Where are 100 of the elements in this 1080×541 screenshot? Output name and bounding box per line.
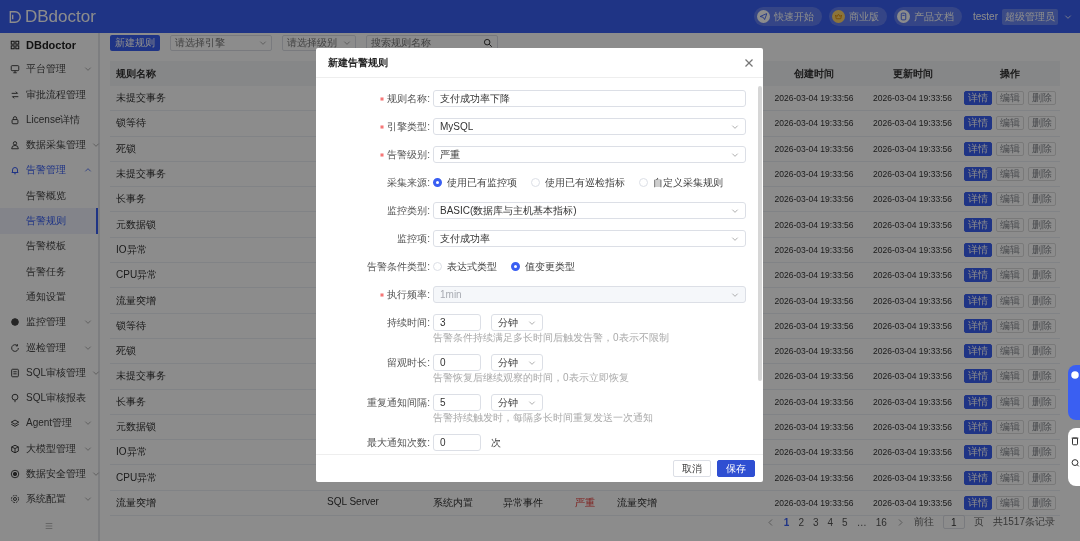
new-rule-button[interactable]: 新建规则	[110, 35, 160, 51]
table-cell-text: 2026-03-04 19:33:56	[773, 295, 855, 306]
menu-icon	[44, 521, 54, 531]
select-field[interactable]: BASIC(数据库与主机基本指标)	[433, 202, 746, 219]
grid-icon	[10, 39, 20, 50]
field-label: 采集来源:	[387, 175, 430, 190]
page-button[interactable]: 16	[875, 516, 887, 529]
sidebar-item[interactable]: License详情	[0, 107, 98, 133]
sidebar-item[interactable]: 告警任务	[0, 258, 98, 285]
page-button[interactable]: 1	[783, 516, 790, 529]
page-button[interactable]: 2	[798, 516, 804, 529]
sidebar-item[interactable]: 数据安全管理	[0, 461, 98, 487]
radio-button[interactable]: 使用已有监控项	[433, 175, 517, 190]
sidebar-item[interactable]: 告警规则	[0, 208, 98, 234]
close-button[interactable]	[743, 56, 755, 69]
page-input[interactable]: 1	[942, 515, 965, 530]
number-field[interactable]: 3	[433, 314, 481, 331]
action-button[interactable]: 详情	[964, 470, 992, 485]
dot-icon	[10, 317, 20, 328]
cancel-button[interactable]: 取消	[673, 460, 711, 477]
table-cell-text: 长事务	[115, 192, 147, 207]
sidebar-item[interactable]: 大模型管理	[0, 436, 98, 462]
table-cell-text: 2026-03-04 19:33:56	[773, 371, 855, 382]
sidebar-item[interactable]: SQL审核管理	[0, 360, 98, 386]
action-button[interactable]: 详情	[964, 293, 992, 308]
action-button[interactable]: 详情	[964, 369, 992, 384]
page-button[interactable]: 5	[842, 516, 848, 529]
table-cell-text: 2026-03-04 19:33:56	[872, 371, 953, 382]
chevron-down-icon	[528, 318, 536, 327]
chevron-down-icon	[731, 150, 739, 159]
unit-select[interactable]: 分钟	[491, 394, 543, 411]
radio-button[interactable]: 值变更类型	[511, 259, 575, 274]
select-field[interactable]: 严重	[433, 146, 746, 163]
action-button[interactable]: 详情	[964, 192, 992, 207]
page-button[interactable]: …	[856, 516, 867, 529]
page-button[interactable]: 4	[827, 516, 834, 529]
assistant-tab[interactable]	[1068, 365, 1080, 420]
save-button[interactable]: 保存	[717, 460, 755, 477]
document-icon	[897, 10, 910, 23]
action-button[interactable]: 详情	[964, 141, 992, 156]
number-field[interactable]: 5	[433, 394, 481, 411]
radio-button[interactable]: 使用已有巡检指标	[531, 175, 625, 190]
unit-select[interactable]: 分钟	[491, 354, 543, 371]
radio-button[interactable]: 自定义采集规则	[639, 175, 723, 190]
table-cell-text: 2026-03-04 19:33:56	[872, 194, 953, 205]
table-cell-text: 2026-03-04 19:33:56	[773, 396, 855, 407]
action-button[interactable]: 详情	[964, 91, 992, 106]
sidebar-item[interactable]: Agent管理	[0, 410, 98, 437]
table-cell-text: 2026-03-04 19:33:56	[773, 143, 855, 154]
action-button[interactable]: 详情	[964, 268, 992, 283]
number-field[interactable]: 0	[433, 434, 481, 451]
select-field[interactable]: MySQL	[433, 118, 746, 135]
table-cell-text: 2026-03-04 19:33:56	[773, 346, 855, 357]
sidebar-item[interactable]: 监控管理	[0, 309, 98, 335]
table-cell-text: 死锁	[115, 344, 137, 359]
table-cell-text: 严重	[575, 495, 596, 510]
table-cell-text: 2026-03-04 19:33:56	[773, 320, 855, 331]
select-field[interactable]: 支付成功率	[433, 230, 746, 247]
table-cell-text: 2026-03-04 19:33:56	[773, 93, 855, 104]
table-cell-text: 2026-03-04 19:33:56	[773, 118, 855, 129]
action-button[interactable]: 详情	[964, 445, 992, 460]
column-header: 规则名称	[115, 66, 157, 81]
sidebar-item[interactable]: 数据采集管理	[0, 132, 98, 158]
action-button[interactable]: 详情	[964, 116, 992, 131]
action-button[interactable]: 详情	[964, 217, 992, 232]
action-button[interactable]: 详情	[964, 344, 992, 359]
sidebar-item[interactable]: 平台管理	[0, 56, 98, 82]
table-cell-text: 2026-03-04 19:33:56	[872, 295, 953, 306]
field-label: 重复通知间隔:	[367, 395, 430, 410]
chevron-left-icon	[765, 517, 775, 527]
table-cell-text: 2026-03-04 19:33:56	[773, 497, 855, 508]
column-header: 创建时间	[793, 66, 835, 81]
chevron-down-icon	[84, 419, 92, 428]
unit-label: 次	[491, 435, 501, 450]
filter-select[interactable]: 请选择引擎	[170, 35, 272, 51]
action-button[interactable]: 详情	[964, 318, 992, 333]
action-button[interactable]: 详情	[964, 167, 992, 182]
action-button[interactable]: 详情	[964, 420, 992, 434]
sidebar-title: DBdoctor	[26, 38, 77, 51]
chevron-down-icon	[731, 206, 739, 215]
sidebar-item[interactable]: SQL审核报表	[0, 385, 98, 411]
sidebar-item[interactable]: 告警管理	[0, 157, 98, 184]
sidebar-item[interactable]: 审批流程管理	[0, 81, 98, 108]
action-button[interactable]: 详情	[964, 242, 992, 257]
filter-select[interactable]: 请选择级别	[282, 35, 356, 51]
radio-button[interactable]: 表达式类型	[433, 259, 497, 274]
sidebar-item[interactable]: 巡检管理	[0, 334, 98, 361]
unit-select[interactable]: 分钟	[491, 314, 543, 331]
sidebar-item[interactable]: 通知设置	[0, 284, 98, 310]
page-button[interactable]: 3	[812, 516, 819, 529]
table-cell-text: 锁等待	[115, 116, 147, 131]
action-button[interactable]: 详情	[964, 495, 992, 510]
sidebar-item[interactable]: 系统配置	[0, 486, 98, 512]
previous-page-button[interactable]	[765, 516, 775, 529]
text-field[interactable]: 支付成功率下降	[433, 90, 746, 107]
action-button[interactable]: 详情	[964, 394, 992, 409]
table-cell-text: 2026-03-04 19:33:56	[773, 270, 855, 281]
number-field[interactable]: 0	[433, 354, 481, 371]
scrollbar[interactable]	[758, 86, 762, 381]
close-icon	[743, 56, 755, 69]
